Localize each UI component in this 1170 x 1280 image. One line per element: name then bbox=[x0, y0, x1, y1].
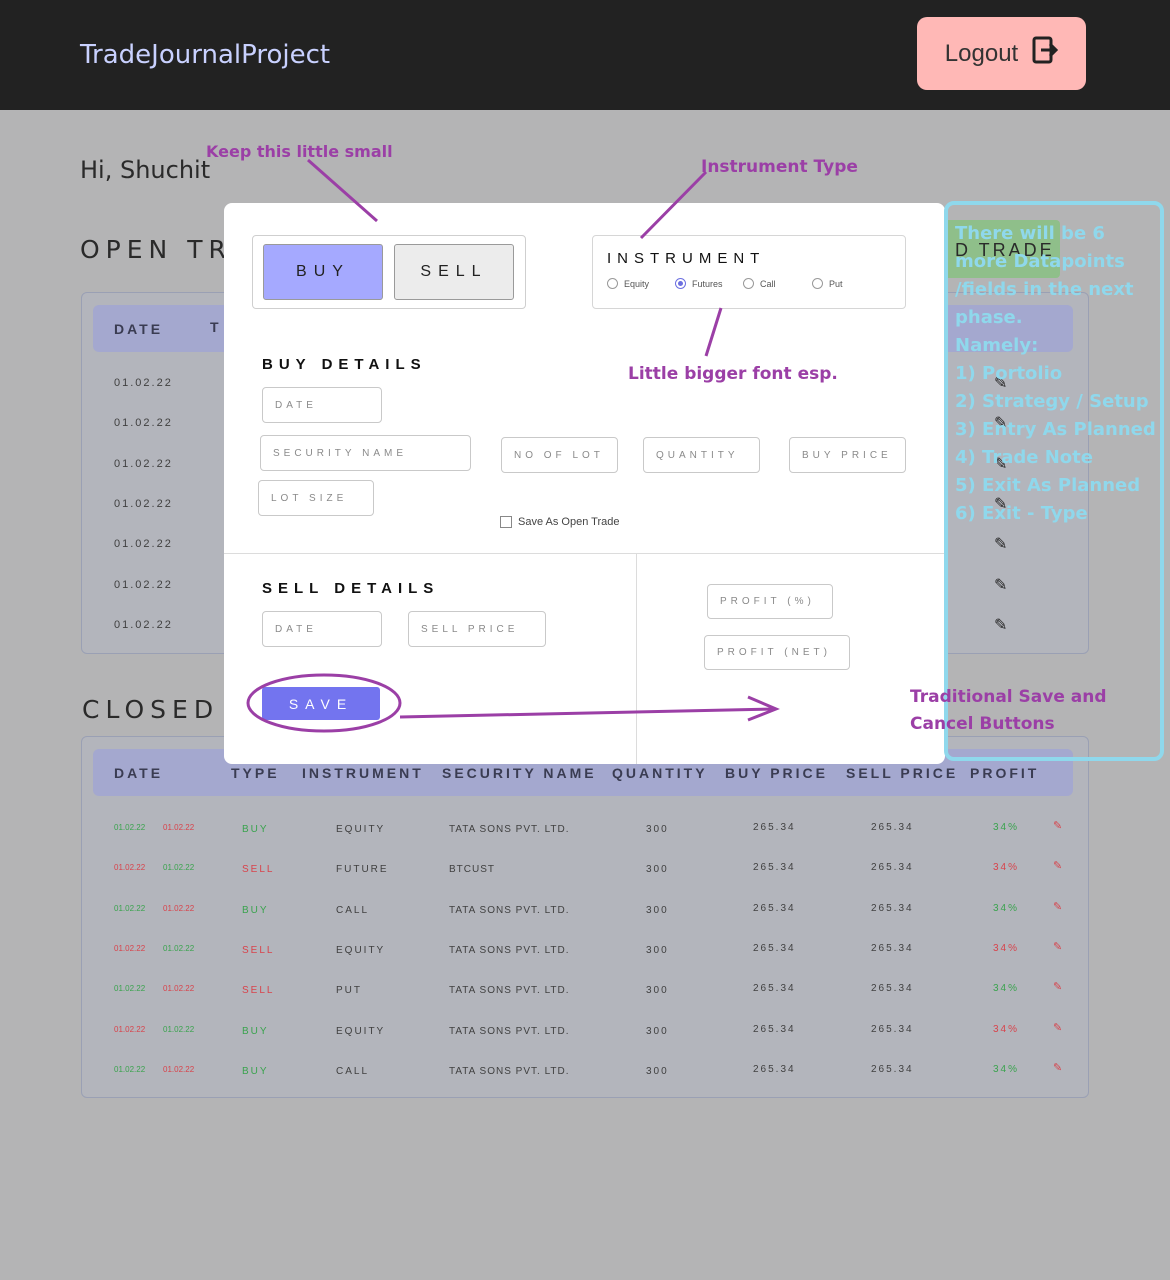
annotation-traditional-1: Traditional Save and bbox=[910, 687, 1107, 707]
annotation-line: 2) Strategy / Setup bbox=[955, 391, 1149, 412]
annotation-line: 1) Portolio bbox=[955, 363, 1063, 384]
annotation-line: phase. bbox=[955, 307, 1023, 328]
annotation-strokes bbox=[246, 158, 1164, 761]
annotation-instrument-type: Instrument Type bbox=[701, 157, 858, 177]
annotation-line: Namely: bbox=[955, 335, 1039, 356]
annotation-datapoints: There will be 6 more Datapoints/fields in… bbox=[955, 220, 1156, 528]
annotation-line: 5) Exit As Planned bbox=[955, 475, 1141, 496]
annotation-line: /fields in the next bbox=[955, 279, 1134, 300]
annotation-bigger-font: Little bigger font esp. bbox=[628, 364, 838, 384]
annotation-keep-small: Keep this little small bbox=[206, 142, 393, 161]
annotation-line: 3) Entry As Planned bbox=[955, 419, 1156, 440]
annotation-traditional-2: Cancel Buttons bbox=[910, 714, 1055, 734]
annotation-line: 6) Exit - Type bbox=[955, 503, 1088, 524]
annotation-line: There will be 6 bbox=[955, 223, 1105, 244]
annotation-line: more Datapoints bbox=[955, 251, 1125, 272]
annotation-line: 4) Trade Note bbox=[955, 447, 1093, 468]
